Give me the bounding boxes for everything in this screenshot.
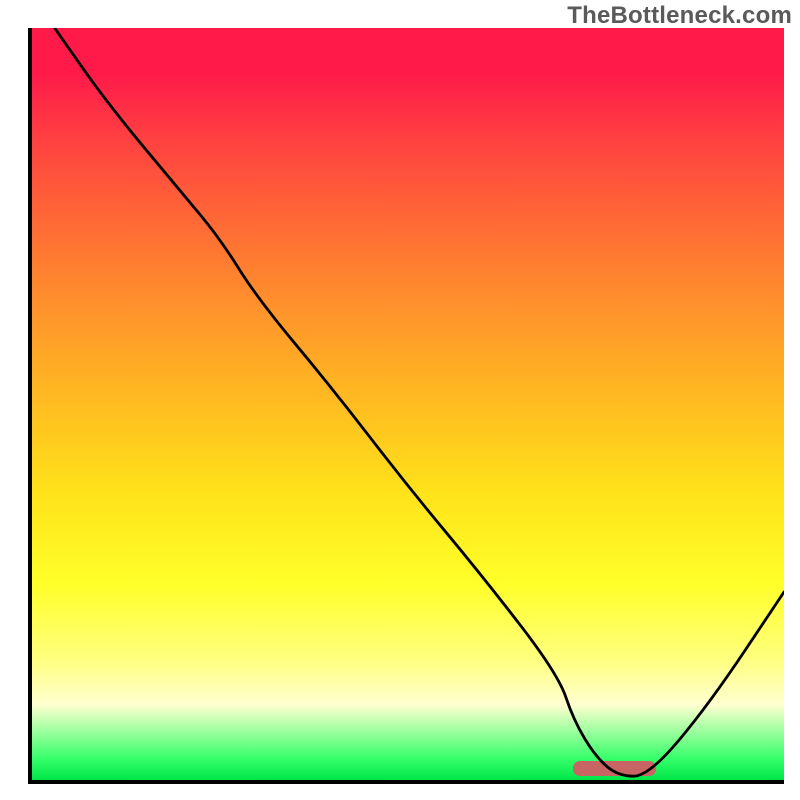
bottleneck-curve-path	[55, 28, 784, 776]
watermark-text: TheBottleneck.com	[567, 2, 792, 30]
curve-svg	[32, 28, 784, 780]
chart-wrapper: TheBottleneck.com	[0, 0, 800, 800]
plot-area	[28, 28, 784, 784]
